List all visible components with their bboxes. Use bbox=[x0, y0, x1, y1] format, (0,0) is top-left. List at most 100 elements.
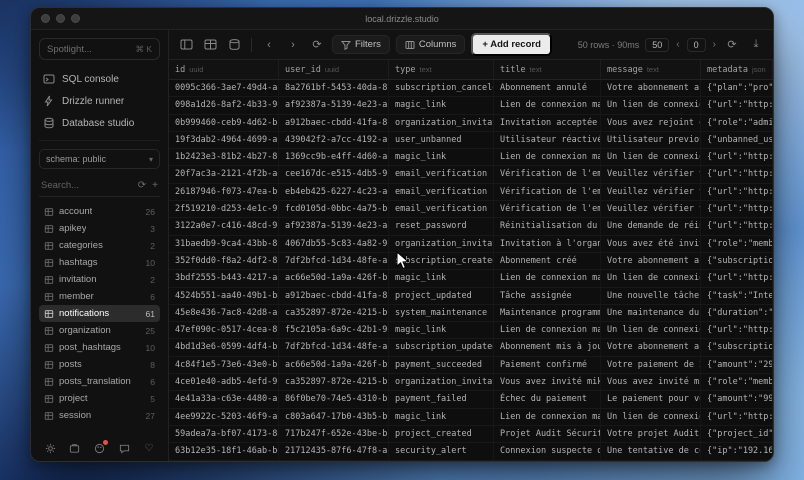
table-row[interactable]: 20f7ac3a-2121-4f2b-ae6bcee167dc-e515-4db… bbox=[169, 166, 773, 183]
export-icon[interactable]: ⤓ bbox=[747, 36, 765, 54]
table-cell[interactable]: {"project_id": bbox=[701, 426, 773, 442]
sidebar-table-posts[interactable]: posts8 bbox=[39, 356, 160, 373]
table-cell[interactable]: Vérification de l'email bbox=[494, 166, 601, 182]
sidebar-table-account[interactable]: account26 bbox=[39, 203, 160, 220]
sidebar-item-drizzle-runner[interactable]: Drizzle runner bbox=[39, 90, 160, 112]
table-search-input[interactable]: Search... bbox=[41, 180, 132, 191]
table-cell[interactable]: a912baec-cbdd-41fa-821c bbox=[279, 288, 389, 304]
table-cell[interactable]: 7df2bfcd-1d34-48fe-a113 bbox=[279, 253, 389, 269]
table-cell[interactable]: Veuillez vérifier votre bbox=[601, 166, 701, 182]
table-cell[interactable]: 0b999460-ceb9-4d62-b8ac bbox=[169, 115, 279, 131]
back-arrow-icon[interactable]: ‹ bbox=[260, 36, 278, 54]
table-cell[interactable]: Abonnement créé bbox=[494, 253, 601, 269]
table-cell[interactable]: {"role":"admin bbox=[701, 115, 773, 131]
table-cell[interactable]: Vérification de l'email bbox=[494, 201, 601, 217]
table-cell[interactable]: Votre abonnement a été bbox=[601, 339, 701, 355]
sidebar-table-invitation[interactable]: invitation2 bbox=[39, 271, 160, 288]
table-cell[interactable]: magic_link bbox=[389, 97, 494, 113]
table-cell[interactable]: 4524b551-aa40-49b1-b462 bbox=[169, 288, 279, 304]
table-cell[interactable]: {"amount":"99, bbox=[701, 391, 773, 407]
table-cell[interactable]: email_verification bbox=[389, 166, 494, 182]
column-header-type[interactable]: typetext bbox=[389, 60, 494, 79]
heart-icon[interactable]: ♡ bbox=[142, 441, 156, 455]
table-cell[interactable]: Une nouvelle tâche vou bbox=[601, 288, 701, 304]
table-cell[interactable]: Abonnement mis à jour bbox=[494, 339, 601, 355]
table-cell[interactable]: magic_link bbox=[389, 270, 494, 286]
table-row[interactable]: 31baedb9-9ca4-43bb-8c834067db55-5c83-4a8… bbox=[169, 236, 773, 253]
theme-palette-icon[interactable] bbox=[93, 441, 107, 455]
table-cell[interactable]: af92387a-5139-4e23-a861 bbox=[279, 218, 389, 234]
column-header-user_id[interactable]: user_iduuid bbox=[279, 60, 389, 79]
table-row[interactable]: 4c84f1e5-73e6-43e0-ba2fac66e50d-1a9a-426… bbox=[169, 357, 773, 374]
next-page-icon[interactable]: › bbox=[712, 39, 717, 50]
table-cell[interactable]: a912baec-cbdd-41fa-821c bbox=[279, 115, 389, 131]
table-row[interactable]: 352f0dd0-f8a2-4df2-8e217df2bfcd-1d34-48f… bbox=[169, 253, 773, 270]
table-row[interactable]: 45e8e436-7ac8-42d8-afe5ca352897-872e-421… bbox=[169, 305, 773, 322]
table-cell[interactable]: 45e8e436-7ac8-42d8-afe5 bbox=[169, 305, 279, 321]
sidebar-table-apikey[interactable]: apikey3 bbox=[39, 220, 160, 237]
sidebar-table-project[interactable]: project5 bbox=[39, 390, 160, 407]
table-row[interactable]: 26187946-f073-47ea-bfc1eb4eb425-6227-4c2… bbox=[169, 184, 773, 201]
table-row[interactable]: 19f3dab2-4964-4699-a6e2439042f2-a7cc-419… bbox=[169, 132, 773, 149]
table-row[interactable]: 3bdf2555-b443-4217-a8e4ac66e50d-1a9a-426… bbox=[169, 270, 773, 287]
sidebar-item-database-studio[interactable]: Database studio bbox=[39, 112, 160, 134]
table-cell[interactable]: Un lien de connexion m bbox=[601, 409, 701, 425]
table-cell[interactable]: {"role":"membe bbox=[701, 374, 773, 390]
sidebar-table-organization[interactable]: organization25 bbox=[39, 322, 160, 339]
table-cell[interactable]: subscription_canceled bbox=[389, 80, 494, 96]
table-cell[interactable]: Un lien de connexion m bbox=[601, 322, 701, 338]
settings-gear-icon[interactable] bbox=[43, 441, 57, 455]
schema-select[interactable]: schema: public ▾ bbox=[39, 149, 160, 169]
table-cell[interactable]: 4ce01e40-adb5-4efd-9023 bbox=[169, 374, 279, 390]
table-cell[interactable]: payment_succeeded bbox=[389, 357, 494, 373]
table-cell[interactable]: {"url":"http:/ bbox=[701, 97, 773, 113]
table-cell[interactable]: Vous avez invité mikec bbox=[494, 374, 601, 390]
table-cell[interactable]: 4c84f1e5-73e6-43e0-ba2f bbox=[169, 357, 279, 373]
spotlight-search[interactable]: Spotlight... ⌘ K bbox=[39, 38, 160, 60]
table-row[interactable]: 2f519210-d253-4e1c-97d4fcd0105d-0bbc-4a7… bbox=[169, 201, 773, 218]
table-cell[interactable]: magic_link bbox=[389, 149, 494, 165]
table-cell[interactable]: 21712435-87f6-47f8-a11d bbox=[279, 443, 389, 459]
table-cell[interactable]: Veuillez vérifier votre bbox=[601, 184, 701, 200]
table-cell[interactable]: email_verification bbox=[389, 184, 494, 200]
table-cell[interactable]: 4bd1d3e6-0599-4df4-b554 bbox=[169, 339, 279, 355]
table-cell[interactable]: {"url":"http:/ bbox=[701, 218, 773, 234]
table-cell[interactable]: Lien de connexion magiq bbox=[494, 149, 601, 165]
table-cell[interactable]: {"url":"http:/ bbox=[701, 322, 773, 338]
table-cell[interactable]: 63b12e35-18f1-46ab-bd5c bbox=[169, 443, 279, 459]
table-cell[interactable]: Une maintenance du sys bbox=[601, 305, 701, 321]
table-cell[interactable]: Abonnement annulé bbox=[494, 80, 601, 96]
table-cell[interactable]: 717b247f-652e-43be-bcd6 bbox=[279, 426, 389, 442]
table-cell[interactable]: Paiement confirmé bbox=[494, 357, 601, 373]
table-cell[interactable]: 20f7ac3a-2121-4f2b-ae6b bbox=[169, 166, 279, 182]
refresh-data-icon[interactable]: ⟳ bbox=[723, 36, 741, 54]
table-cell[interactable]: Le paiement pour votre bbox=[601, 391, 701, 407]
table-cell[interactable]: ca352897-872e-4215-b08d bbox=[279, 374, 389, 390]
table-cell[interactable]: {"url":"http:/ bbox=[701, 270, 773, 286]
column-header-message[interactable]: messagetext bbox=[601, 60, 701, 79]
table-cell[interactable]: Lien de connexion magiq bbox=[494, 322, 601, 338]
table-cell[interactable]: Un lien de connexion m bbox=[601, 270, 701, 286]
table-cell[interactable]: 098a1d26-8af2-4b33-9e6c bbox=[169, 97, 279, 113]
table-cell[interactable]: Une demande de réiniti bbox=[601, 218, 701, 234]
table-cell[interactable]: Connexion suspecte dét bbox=[494, 443, 601, 459]
table-cell[interactable]: Lien de connexion magiq bbox=[494, 409, 601, 425]
add-record-button[interactable]: + Add record bbox=[471, 33, 552, 56]
prev-page-icon[interactable]: ‹ bbox=[675, 39, 680, 50]
table-cell[interactable]: 7df2bfcd-1d34-48fe-a113 bbox=[279, 339, 389, 355]
table-cell[interactable]: eb4eb425-6227-4c23-ae3d bbox=[279, 184, 389, 200]
table-cell[interactable]: 439042f2-a7cc-4192-ab06 bbox=[279, 132, 389, 148]
table-cell[interactable]: magic_link bbox=[389, 409, 494, 425]
table-cell[interactable]: Réinitialisation du mo bbox=[494, 218, 601, 234]
table-cell[interactable]: f5c2105a-6a9c-42b1-90e7 bbox=[279, 322, 389, 338]
sidebar-table-categories[interactable]: categories2 bbox=[39, 237, 160, 254]
table-cell[interactable]: {"role":"membe bbox=[701, 236, 773, 252]
table-cell[interactable]: 86f0be70-74e5-4310-b551 bbox=[279, 391, 389, 407]
table-cell[interactable]: {"url":"http:/ bbox=[701, 409, 773, 425]
table-cell[interactable]: 59adea7a-bf07-4173-887c bbox=[169, 426, 279, 442]
table-row[interactable]: 63b12e35-18f1-46ab-bd5c21712435-87f6-47f… bbox=[169, 443, 773, 460]
table-cell[interactable]: Lien de connexion magiq bbox=[494, 97, 601, 113]
sidebar-table-notifications[interactable]: notifications61 bbox=[39, 305, 160, 322]
table-cell[interactable]: 1369cc9b-e4ff-4d60-a57b bbox=[279, 149, 389, 165]
page-size-select[interactable]: 50 bbox=[645, 38, 669, 52]
